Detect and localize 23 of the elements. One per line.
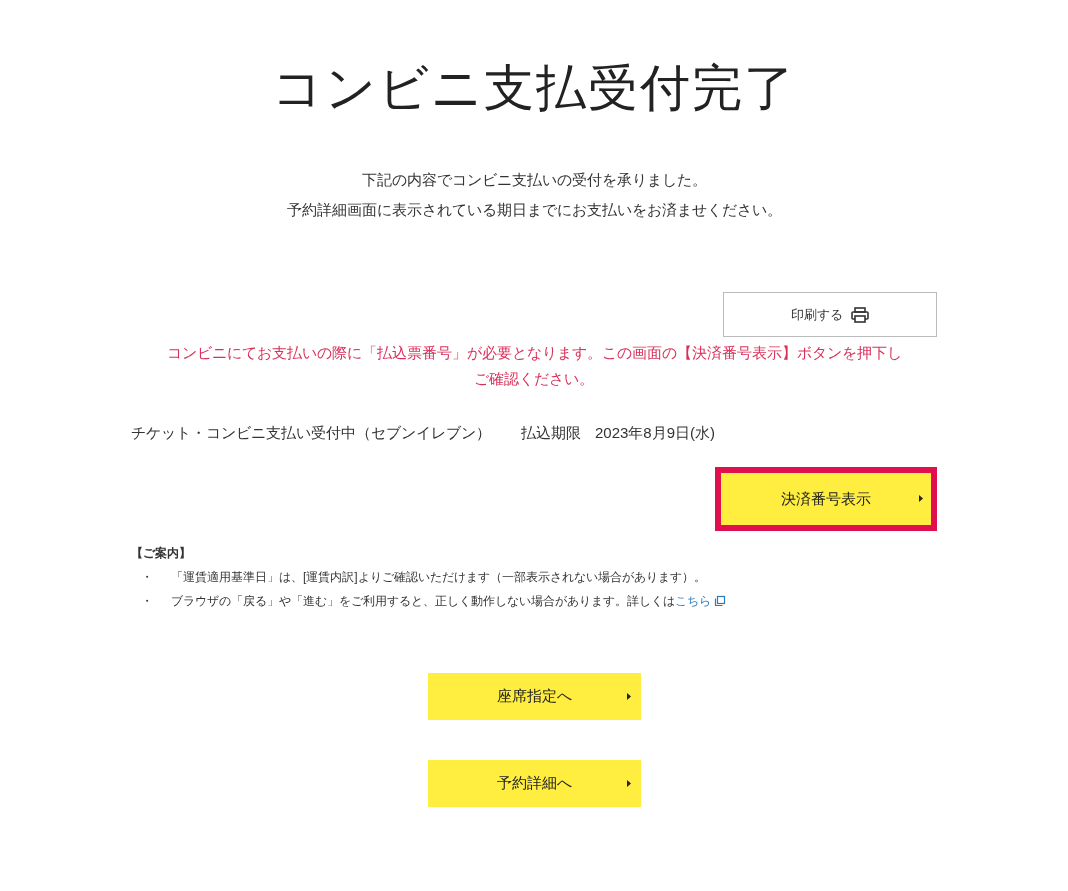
nav-button[interactable]: 座席指定へ: [427, 673, 641, 720]
external-window-icon: [714, 595, 726, 607]
intro-text: 予約詳細画面に表示されている期日までにお支払いをお済ませください。: [286, 200, 782, 220]
intro-text: 下記の内容でコンビニ支払いの受付を承りました。: [361, 170, 707, 190]
deadline-label: 払込期限: [521, 423, 581, 443]
warning-text: ご確認ください。: [474, 369, 594, 389]
payment-status: チケット・コンビニ支払い受付中（セブンイレブン）: [131, 423, 491, 443]
printer-icon: [851, 306, 869, 323]
notice-text: 「運賃適用基準日」は、[運賃内訳]よりご確認いただけます（一部表示されない場合があります）。: [171, 569, 706, 585]
caret-icon: [626, 780, 631, 787]
warning-text: コンビニにてお支払いの際に「払込票番号」が必要となります。この画面の【決済番号表示】ボタンを押下し: [166, 343, 902, 363]
bullet-mark: ・: [141, 569, 154, 585]
nav-button[interactable]: 予約詳細へ: [427, 760, 641, 807]
print-button[interactable]: 印刷する: [723, 292, 937, 337]
caret-icon: [919, 495, 923, 502]
caret-icon: [626, 693, 631, 700]
deadline-value: 2023年8月9日(水): [595, 423, 716, 443]
show-number-button[interactable]: 決済番号表示: [715, 467, 937, 531]
bullet-mark: ・: [141, 593, 154, 609]
details-link[interactable]: こちら: [675, 593, 726, 609]
notice-text: ブラウザの「戻る」や「進む」をご利用すると、正しく動作しない場合があります。詳しくはこちら: [171, 593, 726, 609]
page-title: コンビニ支払受付完了: [272, 59, 796, 118]
notice-heading: 【ご案内】: [131, 545, 192, 561]
